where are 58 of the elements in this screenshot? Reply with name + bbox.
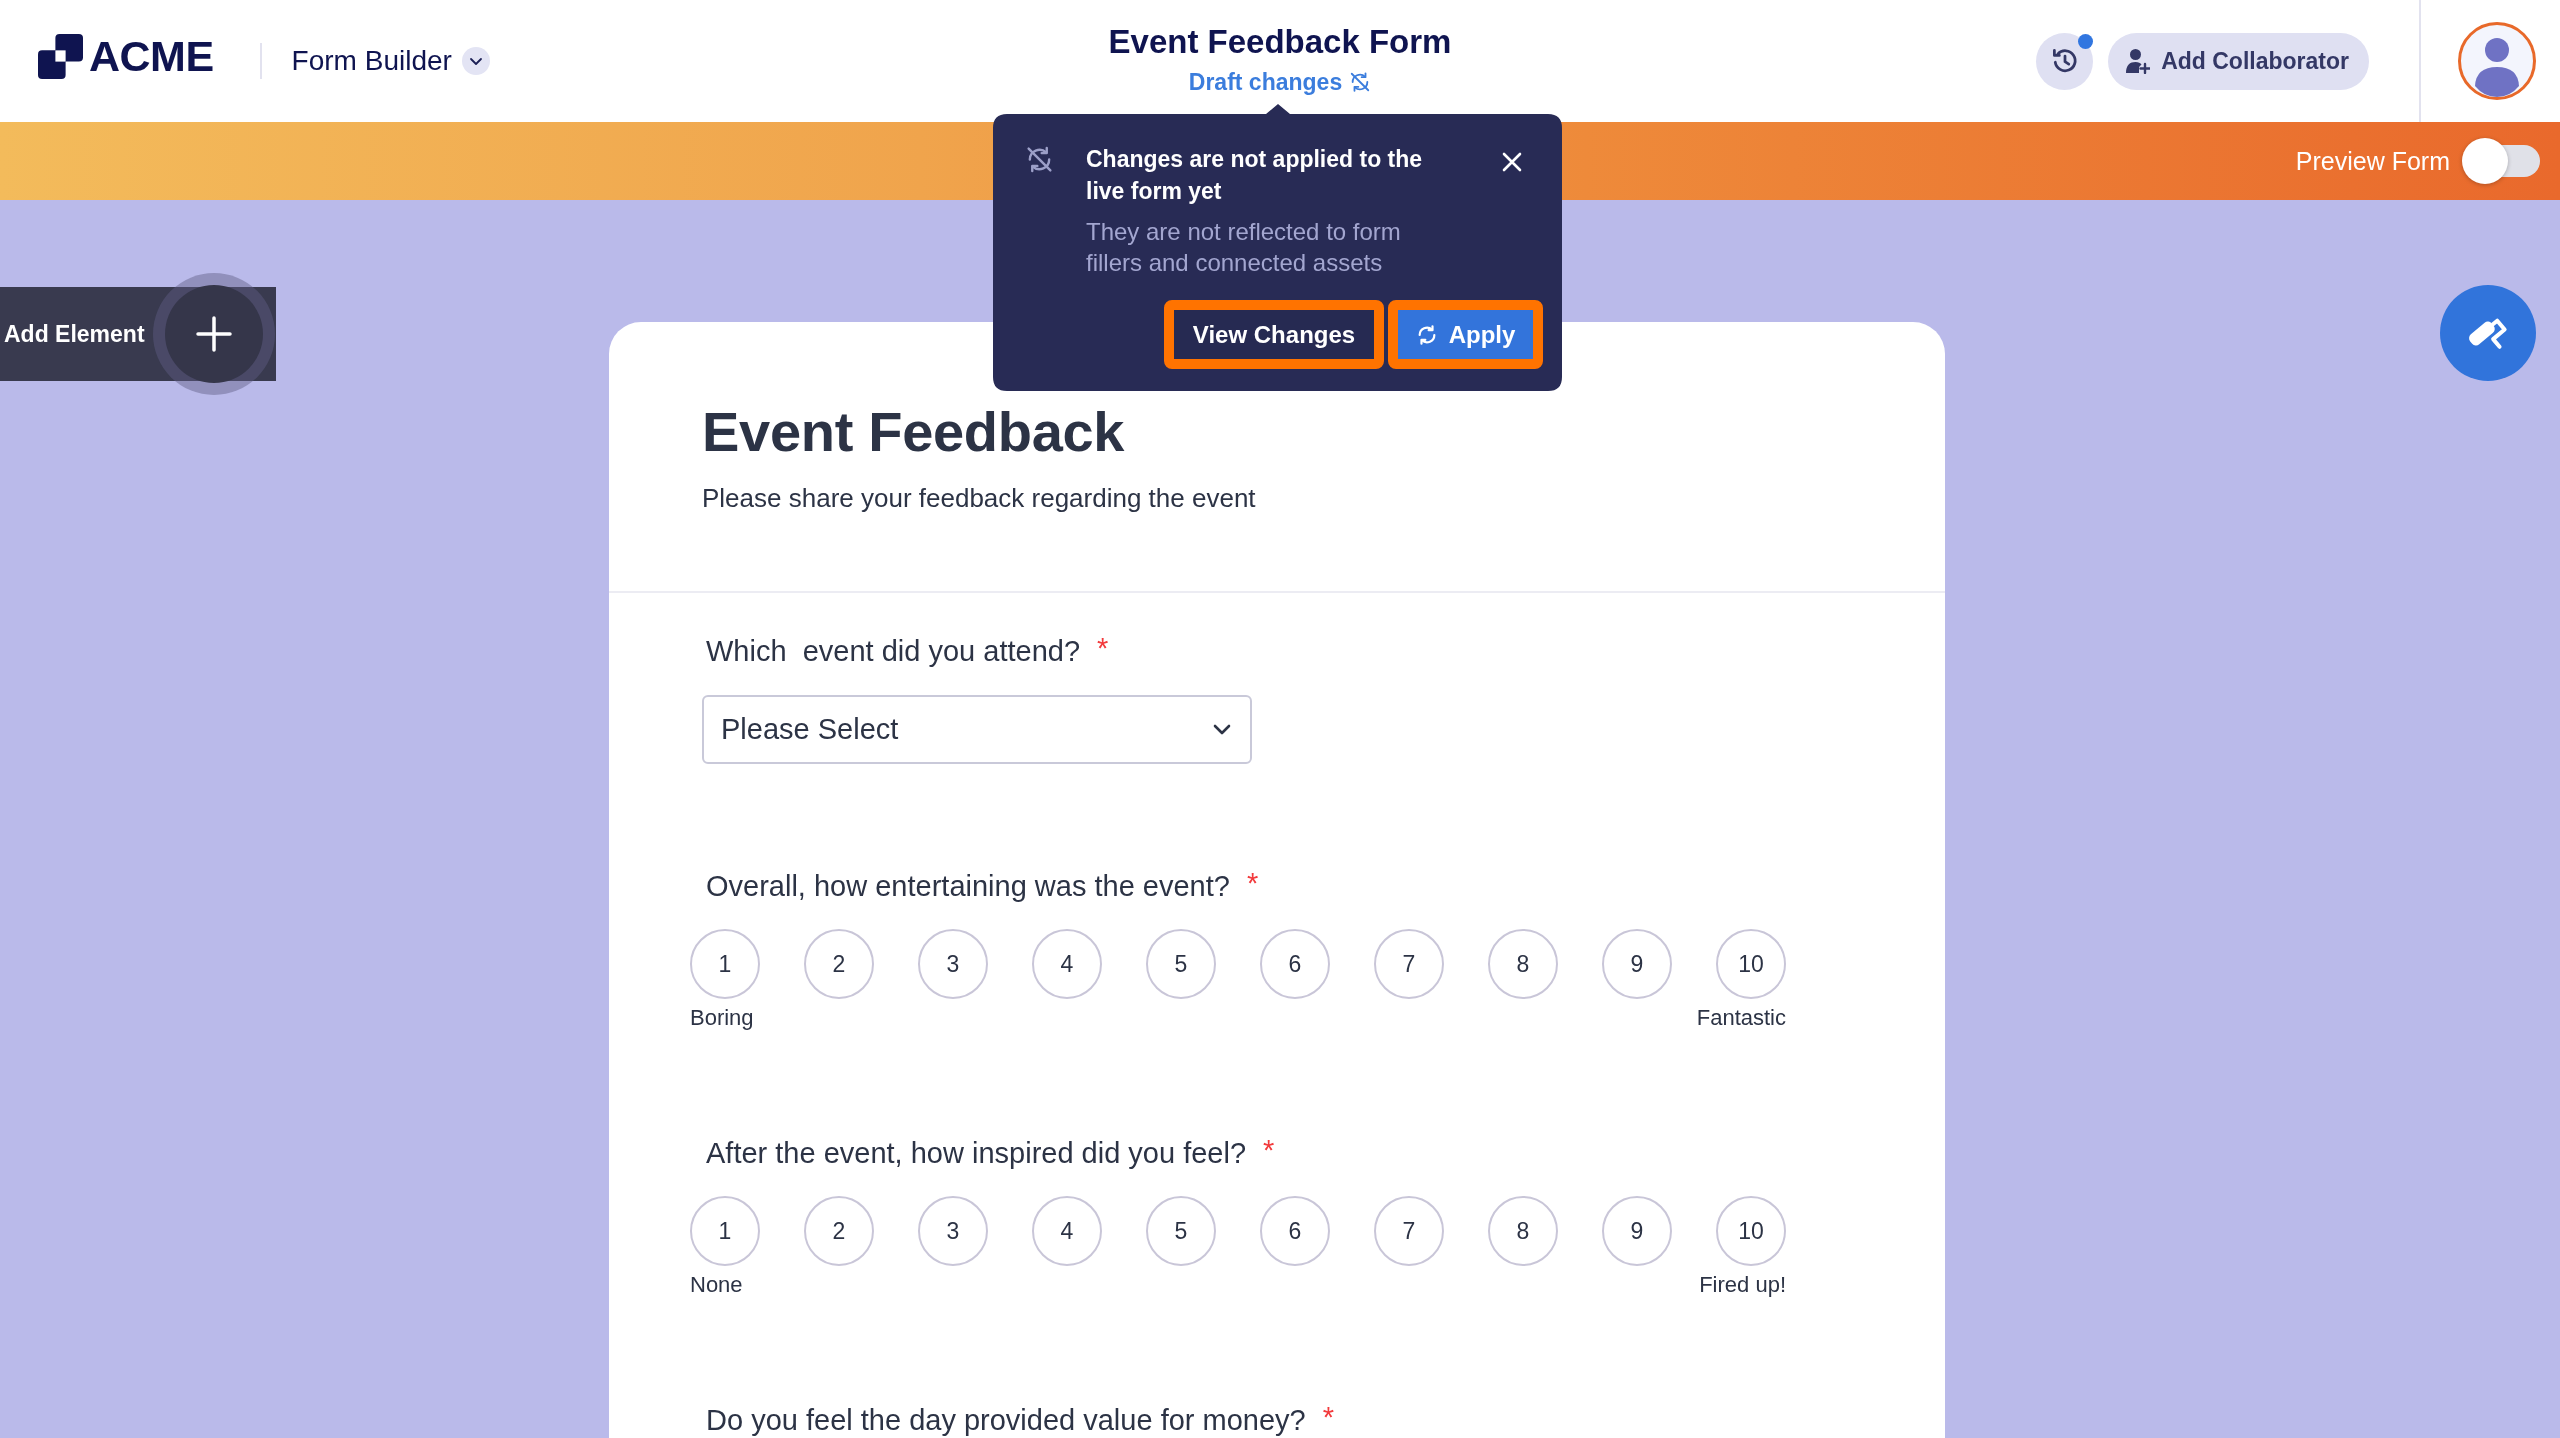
chevron-down-icon [1213, 724, 1231, 735]
form-description: Please share your feedback regarding the event [702, 482, 1257, 514]
rating-option[interactable]: 3 [918, 929, 988, 999]
rating-option[interactable]: 2 [804, 929, 874, 999]
question-label: Overall, how entertaining was the event? [706, 869, 1230, 904]
sync-off-icon [1025, 145, 1054, 174]
brand-name: ACME [89, 35, 214, 78]
close-button[interactable] [1501, 151, 1523, 173]
rating-option[interactable]: 7 [1374, 929, 1444, 999]
form-builder-menu[interactable]: Form Builder [291, 45, 490, 77]
history-button[interactable] [2036, 32, 2094, 90]
rating-option[interactable]: 1 [690, 1196, 760, 1266]
rating-option[interactable]: 7 [1374, 1196, 1444, 1266]
scale-low-label: Boring [690, 1005, 754, 1031]
add-collaborator-button[interactable]: Add Collaborator [2108, 32, 2369, 90]
user-avatar-icon[interactable] [2458, 22, 2536, 100]
rating-option[interactable]: 5 [1146, 1196, 1216, 1266]
form-title: Event Feedback Form [1108, 22, 1452, 62]
scale-low-label: None [690, 1272, 743, 1298]
rating-option[interactable]: 10 [1716, 929, 1786, 999]
preview-toggle[interactable] [2462, 138, 2540, 184]
person-plus-icon [2126, 48, 2151, 74]
rating-option[interactable]: 8 [1488, 929, 1558, 999]
required-mark: * [1322, 1402, 1334, 1432]
plus-icon [151, 272, 276, 396]
popup-description: They are not reflected to form fillers and connected assets [1086, 217, 1402, 278]
rating-option[interactable]: 9 [1602, 929, 1672, 999]
question-label: Do you feel the day provided value for money? [706, 1403, 1306, 1438]
apply-button[interactable]: Apply [1388, 300, 1543, 369]
required-mark: * [1246, 868, 1259, 898]
question-label: Which event did you attend? [706, 634, 1080, 669]
rating-option[interactable]: 2 [804, 1196, 874, 1266]
rating-option[interactable]: 6 [1260, 1196, 1330, 1266]
rating-option[interactable]: 4 [1032, 929, 1102, 999]
scale-high-label: Fantastic [1696, 1005, 1786, 1031]
draft-changes-link[interactable]: Draft changes [1188, 67, 1372, 97]
required-mark: * [1263, 1135, 1275, 1165]
scale-high-label: Fired up! [1699, 1272, 1786, 1298]
event-select-dropdown[interactable]: Please Select [702, 695, 1252, 764]
rating-option[interactable]: 4 [1032, 1196, 1102, 1266]
rating-option[interactable]: 8 [1488, 1196, 1558, 1266]
close-icon [1502, 152, 1522, 172]
rating-option[interactable]: 1 [690, 929, 760, 999]
add-element-button[interactable]: Add Element [0, 272, 276, 396]
required-mark: * [1097, 633, 1109, 663]
rating-option[interactable]: 3 [918, 1196, 988, 1266]
rating-option[interactable]: 5 [1146, 929, 1216, 999]
sync-off-icon [1349, 71, 1372, 93]
question-label: After the event, how inspired did you feel? [706, 1136, 1247, 1171]
rating-option[interactable]: 6 [1260, 929, 1330, 999]
chevron-down-icon [461, 47, 490, 75]
rating-option[interactable]: 9 [1602, 1196, 1672, 1266]
form-heading: Event Feedback [702, 399, 1126, 465]
rating-option[interactable]: 10 [1716, 1196, 1786, 1266]
view-changes-button[interactable]: View Changes [1164, 300, 1384, 369]
logo-squares-icon [38, 34, 83, 79]
popup-title: Changes are not applied to the live form yet [1086, 145, 1424, 206]
preview-form-label: Preview Form [2295, 146, 2450, 176]
